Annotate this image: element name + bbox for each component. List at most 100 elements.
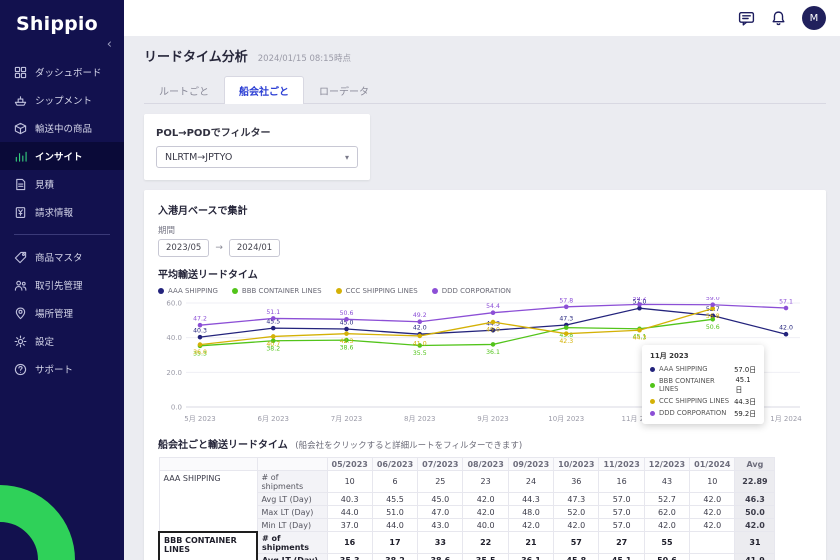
chart-tooltip: 11月 2023 AAA SHIPPING57.0日BBB CONTAINER …: [642, 345, 764, 424]
sidebar-nav: ダッシュボードシップメント輸送中の商品インサイト見積請求情報商品マスタ取引先管理…: [0, 58, 124, 383]
tab-0[interactable]: ルートごと: [144, 76, 224, 104]
sidebar-item-insights[interactable]: インサイト: [0, 142, 124, 170]
value-cell: 40.3: [327, 493, 372, 506]
notifications-bell-icon[interactable]: [770, 10, 787, 27]
chart-legend: AAA SHIPPING BBB CONTAINER LINES CCC SHIPP…: [158, 287, 812, 295]
avg-cell: 41.9: [735, 554, 775, 560]
metric-cell: Avg LT (Day): [257, 493, 327, 506]
page-title: リードタイム分析: [144, 46, 248, 65]
legend-item[interactable]: CCC SHIPPING LINES: [336, 287, 418, 295]
company-cell[interactable]: BBB CONTAINER LINES: [159, 532, 257, 560]
aggregation-title: 入港月ベースで集計: [158, 202, 812, 217]
sidebar-item-ship[interactable]: シップメント: [0, 86, 124, 114]
svg-text:6月 2023: 6月 2023: [258, 415, 290, 423]
value-cell: 57.0: [599, 493, 644, 506]
svg-text:36.1: 36.1: [486, 349, 500, 356]
legend-label: AAA SHIPPING: [168, 287, 218, 295]
value-cell: 43.0: [418, 519, 463, 532]
value-cell: 16: [327, 532, 372, 554]
legend-item[interactable]: AAA SHIPPING: [158, 287, 218, 295]
svg-text:51.1: 51.1: [266, 309, 280, 316]
value-cell: 51.0: [372, 506, 417, 519]
sidebar: Shippio ‹ ダッシュボードシップメント輸送中の商品インサイト見積請求情報…: [0, 0, 124, 560]
settings-icon: [14, 335, 27, 348]
topbar: M: [124, 0, 840, 36]
value-cell: 37.0: [327, 519, 372, 532]
tooltip-series-name: DDD CORPORATION: [659, 409, 726, 417]
value-cell: 45.5: [372, 493, 417, 506]
svg-text:59.2: 59.2: [633, 297, 647, 302]
lt-table-body: AAA SHIPPING# of shipments10625232436164…: [159, 471, 775, 560]
tab-1[interactable]: 船会社ごと: [224, 76, 304, 104]
svg-text:8月 2023: 8月 2023: [404, 415, 436, 423]
sidebar-item-label: 輸送中の商品: [35, 121, 92, 135]
sidebar-item-label: 見積: [35, 177, 54, 191]
svg-text:50.6: 50.6: [340, 310, 354, 317]
svg-text:10月 2023: 10月 2023: [548, 415, 584, 423]
period-to-input[interactable]: 2024/01: [229, 239, 280, 257]
tab-2[interactable]: ローデータ: [304, 76, 384, 104]
value-cell: 47.0: [418, 506, 463, 519]
value-cell: 36.1: [508, 554, 553, 560]
legend-label: CCC SHIPPING LINES: [346, 287, 418, 295]
sidebar-item-settings[interactable]: 設定: [0, 327, 124, 355]
value-cell: 42.0: [690, 493, 735, 506]
metric-cell: Avg LT (Day): [257, 554, 327, 560]
svg-text:54.4: 54.4: [486, 303, 500, 310]
tooltip-series-value: 44.3日: [734, 396, 756, 406]
metric-cell: Min LT (Day): [257, 519, 327, 532]
box-icon: [14, 122, 27, 135]
value-cell: 40.0: [463, 519, 508, 532]
column-header: 12/2023: [644, 458, 689, 471]
sidebar-collapse-button[interactable]: ‹: [0, 35, 124, 58]
pol-pod-select[interactable]: NLRTM→JPTYO ▾: [156, 146, 358, 168]
svg-text:56.8: 56.8: [706, 313, 720, 320]
svg-text:42.3: 42.3: [340, 338, 354, 345]
sidebar-item-location[interactable]: 場所管理: [0, 299, 124, 327]
avg-cell: 31: [735, 532, 775, 554]
app: Shippio ‹ ダッシュボードシップメント輸送中の商品インサイト見積請求情報…: [0, 0, 840, 560]
value-cell: 42.0: [463, 493, 508, 506]
decorative-ring: [0, 485, 75, 560]
column-header: 10/2023: [554, 458, 599, 471]
value-cell: 45.0: [418, 493, 463, 506]
sidebar-item-label: インサイト: [35, 149, 83, 163]
svg-text:41.0: 41.0: [413, 340, 427, 347]
period-row: 2023/05 → 2024/01: [158, 239, 812, 257]
value-cell: 10: [327, 471, 372, 493]
company-cell[interactable]: AAA SHIPPING: [159, 471, 257, 532]
sidebar-item-billing[interactable]: 請求情報: [0, 198, 124, 226]
value-cell: 42.0: [463, 506, 508, 519]
svg-text:49.2: 49.2: [413, 312, 427, 319]
value-cell: 16: [599, 471, 644, 493]
sidebar-item-box[interactable]: 輸送中の商品: [0, 114, 124, 142]
legend-item[interactable]: DDD CORPORATION: [432, 287, 511, 295]
svg-text:47.3: 47.3: [559, 316, 573, 323]
messages-icon[interactable]: [738, 10, 755, 27]
sidebar-item-partners[interactable]: 取引先管理: [0, 271, 124, 299]
svg-text:1月 2024: 1月 2024: [770, 415, 802, 423]
svg-text:7月 2023: 7月 2023: [331, 415, 363, 423]
sidebar-item-quote[interactable]: 見積: [0, 170, 124, 198]
value-cell: 44.0: [372, 519, 417, 532]
value-cell: 23: [463, 471, 508, 493]
lt-table-head: 05/202306/202307/202308/202309/202310/20…: [159, 458, 775, 471]
sidebar-item-support[interactable]: サポート: [0, 355, 124, 383]
partners-icon: [14, 279, 27, 292]
svg-text:40.0: 40.0: [166, 334, 182, 342]
legend-label: BBB CONTAINER LINES: [242, 287, 322, 295]
value-cell: 57.0: [599, 506, 644, 519]
sidebar-item-dashboard[interactable]: ダッシュボード: [0, 58, 124, 86]
sidebar-item-product-master[interactable]: 商品マスタ: [0, 243, 124, 271]
sidebar-divider: [14, 234, 110, 235]
legend-item[interactable]: BBB CONTAINER LINES: [232, 287, 322, 295]
tooltip-title: 11月 2023: [650, 351, 756, 361]
svg-text:57.1: 57.1: [779, 299, 793, 306]
table-row: BBB CONTAINER LINES# of shipments1617332…: [159, 532, 775, 554]
tooltip-rows: AAA SHIPPING57.0日BBB CONTAINER LINES45.1…: [650, 364, 756, 418]
period-from-input[interactable]: 2023/05: [158, 239, 209, 257]
avatar[interactable]: M: [802, 6, 826, 30]
value-cell: 36: [554, 471, 599, 493]
svg-text:42.3: 42.3: [559, 338, 573, 345]
value-cell: 57: [554, 532, 599, 554]
